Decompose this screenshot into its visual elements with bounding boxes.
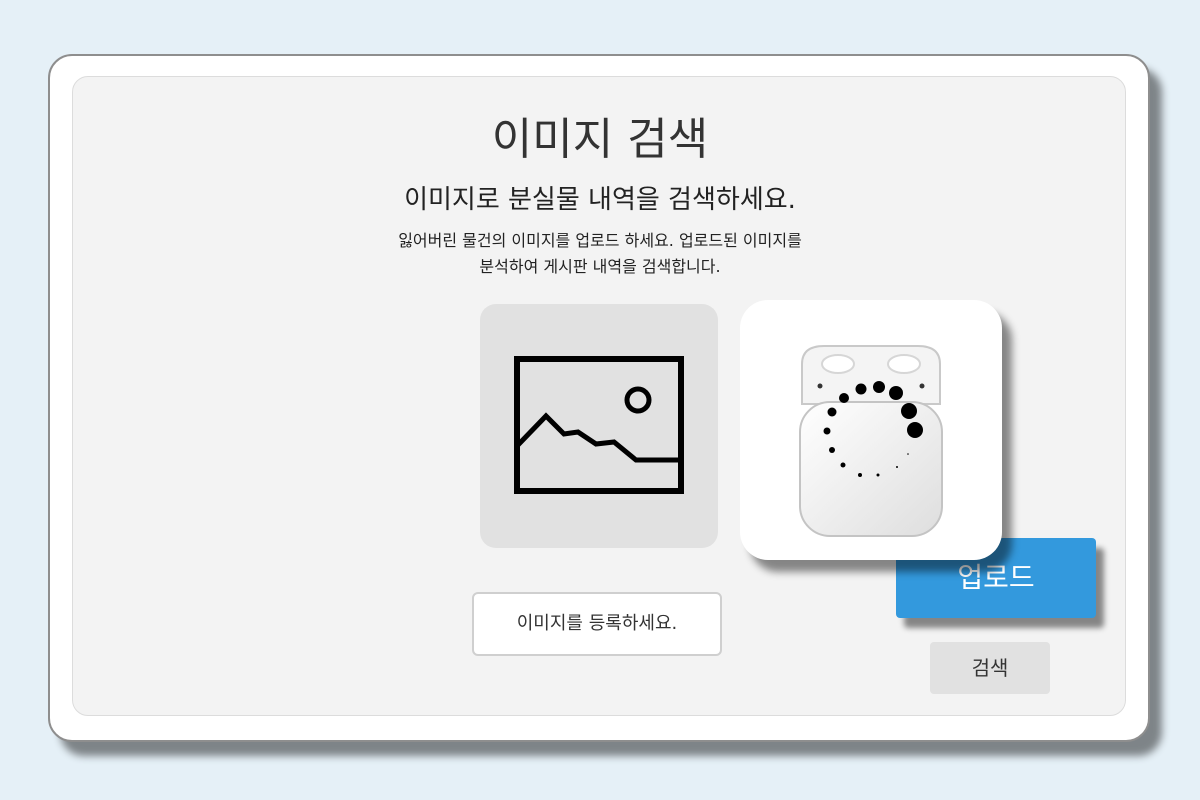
register-image-button[interactable]: 이미지를 등록하세요. [472,592,722,656]
image-placeholder[interactable] [480,304,718,548]
page-subtitle: 이미지로 분실물 내역을 검색하세요. [404,185,796,215]
image-preview-card [740,300,1002,560]
description-line-2: 분석하여 게시판 내역을 검색합니다. [479,257,721,276]
description-line-1: 잃어버린 물건의 이미지를 업로드 하세요. 업로드된 이미지를 [398,231,802,250]
loading-spinner-icon [823,381,923,477]
search-button[interactable]: 검색 [930,642,1050,694]
image-placeholder-icon [514,356,684,494]
page-title: 이미지 검색 [491,114,709,165]
page-description: 잃어버린 물건의 이미지를 업로드 하세요. 업로드된 이미지를 분석하여 게시… [0,228,1200,280]
